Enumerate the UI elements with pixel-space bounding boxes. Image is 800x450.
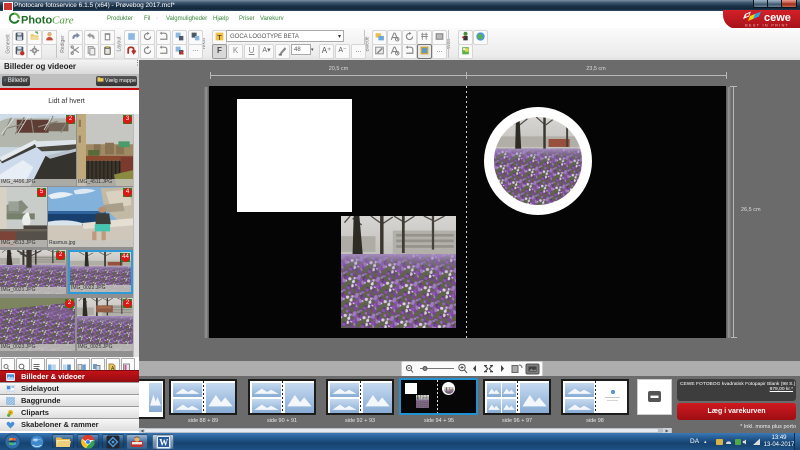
svg-text:Photo: Photo xyxy=(21,15,52,27)
svg-text:Care: Care xyxy=(52,15,74,27)
svg-text:BEST IN PRINT: BEST IN PRINT xyxy=(745,23,789,28)
svg-text:W: W xyxy=(159,438,168,448)
svg-text:T: T xyxy=(217,33,222,42)
